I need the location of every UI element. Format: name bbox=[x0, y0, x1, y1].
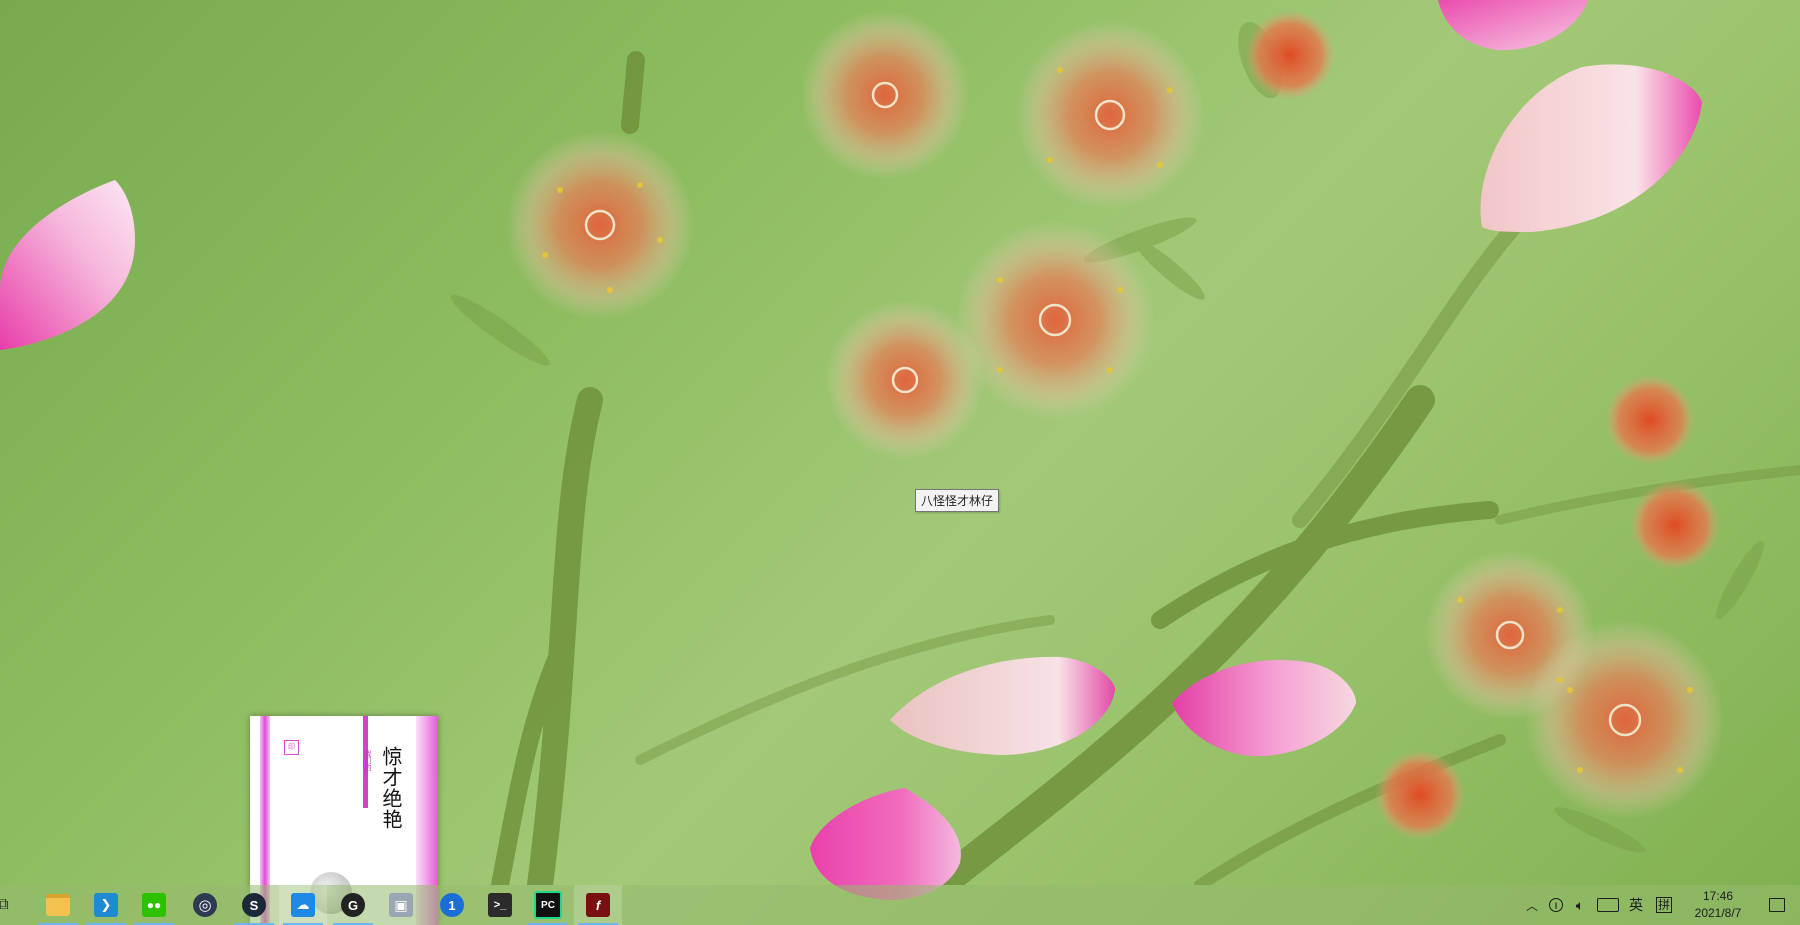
keyboard-icon bbox=[1597, 898, 1619, 912]
notification-icon bbox=[1769, 898, 1785, 912]
taskbar-wechat[interactable]: ●● bbox=[130, 885, 178, 925]
taskbar-pycharm[interactable]: PC bbox=[524, 885, 572, 925]
taskbar-app-g[interactable]: G bbox=[329, 885, 377, 925]
taskbar-terminal[interactable]: >_ bbox=[476, 885, 524, 925]
taskbar-tooltip: 八怪怪才林仔 bbox=[915, 489, 1000, 512]
seal-stamp: 印 bbox=[284, 740, 299, 755]
speaker-icon: 🔈︎ bbox=[1575, 896, 1585, 913]
flash-icon: f bbox=[586, 893, 610, 917]
folder-icon bbox=[46, 894, 70, 916]
ime-language-button[interactable]: 英 bbox=[1622, 885, 1650, 925]
wechat-icon: ●● bbox=[142, 893, 166, 917]
taskbar-photos[interactable]: ▣ bbox=[377, 885, 425, 925]
task-view-icon: ⧉ bbox=[0, 896, 9, 913]
task-view-button[interactable]: ⧉ bbox=[0, 885, 18, 925]
taskbar-flash[interactable]: f bbox=[574, 885, 622, 925]
petal-decoration bbox=[1438, 0, 1588, 51]
clock-date: 2021/8/7 bbox=[1694, 906, 1742, 920]
ime-language-label: 英 bbox=[1629, 897, 1643, 913]
taskbar-steam[interactable]: S bbox=[230, 885, 278, 925]
tray-app-button[interactable]: ı bbox=[1544, 885, 1568, 925]
ime-mode-label: 拼 bbox=[1655, 897, 1672, 913]
steam-icon: S bbox=[242, 893, 266, 917]
taskbar-1password[interactable]: 1 bbox=[428, 885, 476, 925]
petal-decoration bbox=[1172, 659, 1357, 757]
taskbar-app-blue[interactable]: ☁ bbox=[279, 885, 327, 925]
tray-overflow-button[interactable]: ︿ bbox=[1522, 885, 1542, 925]
g-icon: G bbox=[341, 893, 365, 917]
clock-button[interactable]: 17:46 2021/8/7 bbox=[1688, 885, 1748, 925]
ime-mode-button[interactable]: 拼 bbox=[1650, 885, 1678, 925]
taskbar-vscode[interactable]: ❯ bbox=[82, 885, 130, 925]
book-title: 惊才绝艳 bbox=[379, 746, 403, 830]
book-subtitle: 我们的… bbox=[364, 750, 371, 778]
petal-decoration bbox=[890, 656, 1115, 755]
action-center-button[interactable] bbox=[1762, 885, 1792, 925]
ring-icon: ◎ bbox=[193, 893, 217, 917]
vscode-icon: ❯ bbox=[94, 893, 118, 917]
key-icon: ı bbox=[1549, 898, 1563, 912]
clock-time: 17:46 bbox=[1702, 889, 1734, 903]
taskbar: ⧉ ❯ ●● ◎ S ☁ G ▣ 1 >_ PC f ︿ ı 🔈︎ 英 拼 17… bbox=[0, 885, 1800, 925]
petal-decoration bbox=[1480, 64, 1702, 232]
terminal-icon: >_ bbox=[488, 893, 512, 917]
pycharm-icon: PC bbox=[534, 891, 562, 919]
volume-button[interactable]: 🔈︎ bbox=[1568, 885, 1592, 925]
petal-decoration bbox=[0, 180, 135, 350]
cloud-icon: ☁ bbox=[291, 893, 315, 917]
taskbar-file-explorer[interactable] bbox=[34, 885, 82, 925]
desktop[interactable]: 八怪怪才林仔 印 我们的… 惊才绝艳 ⧉ ❯ ●● ◎ S ☁ G ▣ 1 >_… bbox=[0, 0, 1800, 925]
taskbar-app-ring[interactable]: ◎ bbox=[181, 885, 229, 925]
key-icon: 1 bbox=[440, 893, 464, 917]
touch-keyboard-button[interactable] bbox=[1594, 885, 1622, 925]
chevron-up-icon: ︿ bbox=[1525, 898, 1538, 913]
photos-icon: ▣ bbox=[389, 893, 413, 917]
